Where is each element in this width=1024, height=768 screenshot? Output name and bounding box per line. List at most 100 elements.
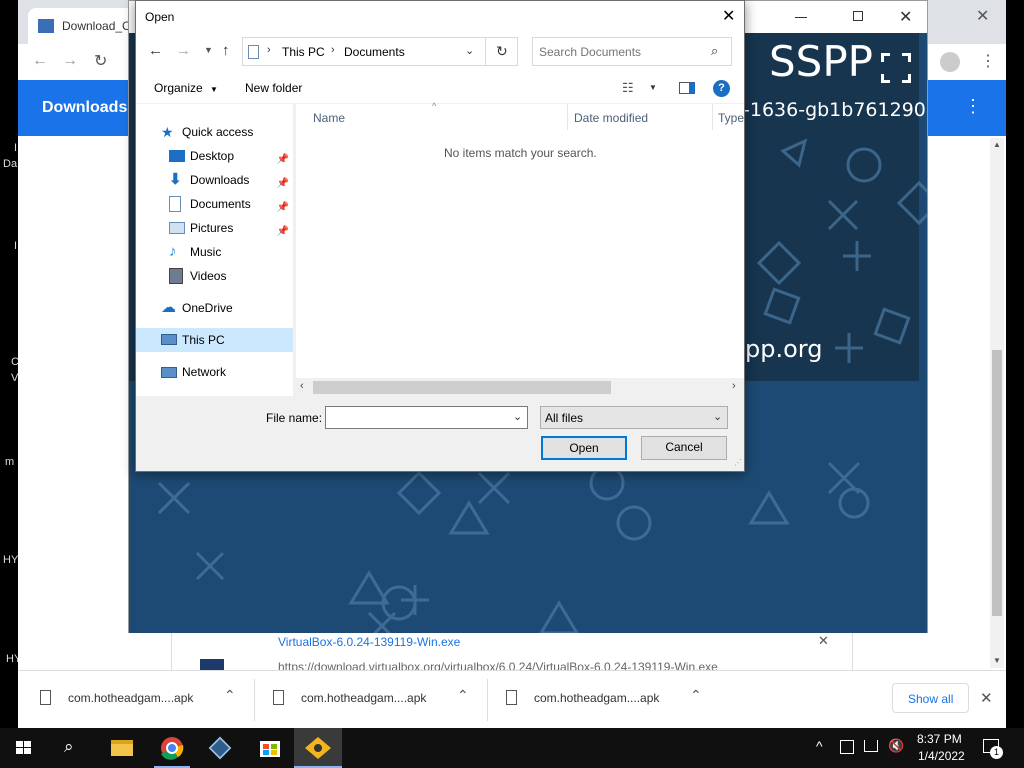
clock-date[interactable]: 1/4/2022 xyxy=(918,749,965,763)
window-minimize-icon[interactable] xyxy=(795,17,807,18)
dialog-close-icon[interactable]: ✕ xyxy=(722,6,735,26)
open-file-dialog: Open ✕ ← → ▼ ↑ › This PC › Documents ⌄ ↻… xyxy=(135,0,745,472)
back-icon[interactable]: ← xyxy=(148,42,163,59)
scrollbar[interactable]: ▲ ▼ xyxy=(990,138,1004,668)
document-icon xyxy=(169,196,181,212)
profile-icon[interactable] xyxy=(940,52,960,72)
chevron-down-icon[interactable]: ⌄ xyxy=(513,410,522,423)
desktop-icon-label[interactable]: HY xyxy=(3,554,18,566)
scroll-left-icon[interactable]: ‹ xyxy=(300,380,304,392)
chevron-up-icon[interactable]: ⌃ xyxy=(224,687,236,704)
fullscreen-icon[interactable] xyxy=(881,53,911,83)
close-download-shelf-icon[interactable]: ✕ xyxy=(980,689,993,707)
nav-documents[interactable]: Documents 📌 xyxy=(169,193,289,215)
desktop-icon-label[interactable]: Da xyxy=(3,158,17,170)
file-type-select[interactable]: All files ⌄ xyxy=(540,406,728,429)
nav-network[interactable]: Network xyxy=(161,361,289,383)
nav-videos[interactable]: Videos xyxy=(169,265,289,287)
download-filename-link[interactable]: VirtualBox-6.0.24-139119-Win.exe xyxy=(278,635,460,649)
nav-music[interactable]: ♪ Music xyxy=(169,241,289,263)
filename-combobox[interactable]: ⌄ xyxy=(325,406,528,429)
nav-downloads[interactable]: ⬇ Downloads 📌 xyxy=(169,169,289,191)
up-icon[interactable]: ↑ xyxy=(222,42,230,59)
start-button[interactable] xyxy=(0,728,48,768)
search-input[interactable] xyxy=(539,43,704,60)
show-hidden-icons-icon[interactable]: ^ xyxy=(816,738,823,754)
pin-icon[interactable]: 📌 xyxy=(277,221,289,243)
chevron-down-icon[interactable]: ▼ xyxy=(649,83,657,92)
show-all-button[interactable]: Show all xyxy=(892,683,969,713)
pin-icon[interactable]: 📌 xyxy=(277,149,289,171)
desktop-icon-label[interactable]: I xyxy=(14,142,17,154)
address-bar[interactable]: › This PC › Documents ⌄ ↻ xyxy=(242,37,518,66)
security-icon[interactable] xyxy=(840,740,854,754)
search-button[interactable]: ⌕ xyxy=(48,728,96,768)
column-header-type[interactable]: Type xyxy=(718,111,744,125)
forward-icon[interactable]: → xyxy=(62,52,78,70)
scrollbar-thumb[interactable] xyxy=(992,350,1002,616)
window-close-icon[interactable]: ✕ xyxy=(976,6,989,26)
column-header-date-modified[interactable]: Date modified xyxy=(574,111,648,125)
ppsspp-website-link[interactable]: pp.org xyxy=(745,335,822,363)
taskbar-file-explorer[interactable] xyxy=(98,728,146,768)
horizontal-scrollbar-thumb[interactable] xyxy=(313,381,611,394)
column-header-name[interactable]: Name xyxy=(313,111,345,125)
forward-icon[interactable]: → xyxy=(176,42,191,59)
filename-input[interactable] xyxy=(329,409,507,426)
chevron-down-icon: ⌄ xyxy=(713,411,723,423)
scroll-right-icon[interactable]: › xyxy=(732,380,736,392)
chevron-down-icon: ▼ xyxy=(210,85,218,94)
volume-muted-icon[interactable]: 🔇 xyxy=(888,738,904,754)
scroll-down-icon[interactable]: ▼ xyxy=(993,656,1001,665)
download-item[interactable]: com.hotheadgam....apk ⌃ xyxy=(271,671,497,729)
window-maximize-icon[interactable] xyxy=(853,11,863,21)
dialog-titlebar[interactable]: Open ✕ xyxy=(136,1,744,32)
menu-icon[interactable]: ⋮ xyxy=(980,51,996,71)
desktop-icon-label[interactable]: I xyxy=(14,240,17,252)
recent-locations-icon[interactable]: ▼ xyxy=(204,45,213,55)
pin-icon[interactable]: 📌 xyxy=(277,197,289,219)
file-icon xyxy=(40,690,51,705)
more-actions-icon[interactable]: ⋮ xyxy=(964,96,982,117)
nav-desktop[interactable]: Desktop 📌 xyxy=(169,145,289,167)
view-options-icon[interactable]: ☷ xyxy=(622,80,634,96)
nav-this-pc[interactable]: This PC xyxy=(136,328,293,352)
taskbar-ppsspp[interactable] xyxy=(294,728,342,768)
new-folder-button[interactable]: New folder xyxy=(245,81,302,95)
taskbar-chrome[interactable] xyxy=(148,728,196,768)
search-box[interactable]: ⌕ xyxy=(532,37,732,66)
window-close-icon[interactable]: ✕ xyxy=(899,7,912,27)
remove-download-icon[interactable]: ✕ xyxy=(818,633,829,649)
download-item[interactable]: com.hotheadgam....apk ⌃ xyxy=(38,671,264,729)
breadcrumb-documents[interactable]: Documents xyxy=(344,45,405,59)
taskbar-virtualbox[interactable] xyxy=(196,728,244,768)
nav-pictures[interactable]: Pictures 📌 xyxy=(169,217,289,239)
download-item[interactable]: com.hotheadgam....apk ⌃ xyxy=(504,671,730,729)
back-icon[interactable]: ← xyxy=(32,52,48,70)
scroll-up-icon[interactable]: ▲ xyxy=(993,140,1001,149)
reload-icon[interactable]: ↻ xyxy=(94,51,107,71)
desktop-icon-label[interactable]: m xyxy=(5,456,14,468)
preview-pane-icon[interactable] xyxy=(679,82,695,94)
nav-onedrive[interactable]: ☁ OneDrive xyxy=(161,297,289,319)
virtualbox-icon xyxy=(208,736,232,760)
organize-button[interactable]: Organize ▼ xyxy=(154,81,218,95)
clock-time[interactable]: 8:37 PM xyxy=(917,732,962,746)
address-dropdown-icon[interactable]: ⌄ xyxy=(465,44,474,57)
download-item-name: com.hotheadgam....apk xyxy=(534,691,660,705)
notification-center-button[interactable]: 1 xyxy=(980,736,1004,760)
refresh-icon[interactable]: ↻ xyxy=(496,43,508,60)
cloud-icon: ☁ xyxy=(161,299,176,316)
resize-grip-icon[interactable]: ⋰ xyxy=(734,458,742,467)
chevron-up-icon[interactable]: ⌃ xyxy=(690,687,702,704)
network-tray-icon[interactable] xyxy=(864,740,878,752)
horizontal-scrollbar[interactable]: ‹ › xyxy=(296,378,744,396)
breadcrumb-this-pc[interactable]: This PC xyxy=(282,45,325,59)
taskbar-store[interactable] xyxy=(246,728,294,768)
chevron-up-icon[interactable]: ⌃ xyxy=(457,687,469,704)
help-icon[interactable]: ? xyxy=(713,80,730,97)
open-button[interactable]: Open xyxy=(541,436,627,460)
nav-quick-access[interactable]: ★ Quick access xyxy=(161,121,289,143)
cancel-button[interactable]: Cancel xyxy=(641,436,727,460)
pin-icon[interactable]: 📌 xyxy=(277,173,289,195)
